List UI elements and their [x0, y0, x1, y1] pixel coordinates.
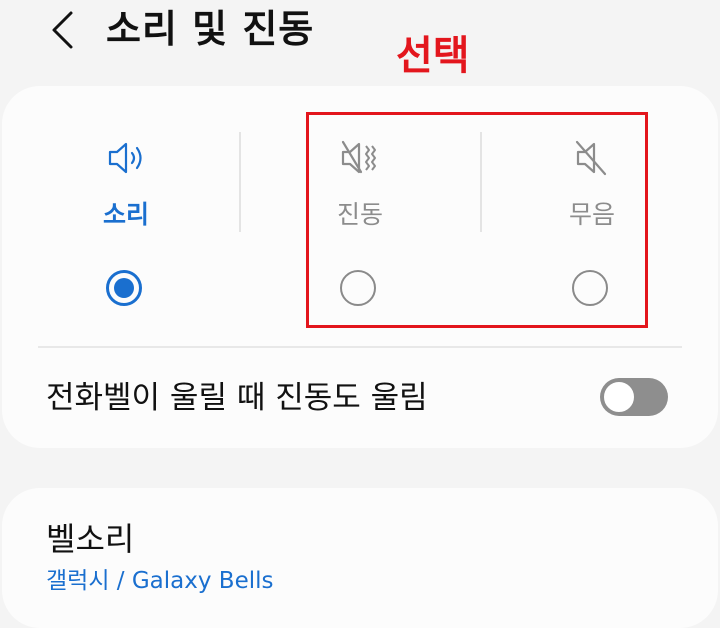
mode-option-sound[interactable]: 소리 — [66, 126, 186, 316]
ringtone-title: 벨소리 — [46, 520, 135, 558]
card-divider — [38, 346, 682, 348]
chevron-left-icon — [52, 11, 73, 49]
annotation-highlight-box — [306, 112, 648, 328]
radio-sound[interactable] — [106, 270, 142, 306]
toggle-knob — [602, 380, 636, 414]
mode-divider — [239, 132, 241, 232]
back-button[interactable] — [40, 8, 84, 52]
vibrate-while-ringing-row[interactable]: 전화벨이 울릴 때 진동도 울림 — [0, 360, 720, 436]
ringtone-value: 갤럭시 / Galaxy Bells — [46, 568, 274, 594]
page-title: 소리 및 진동 — [106, 7, 315, 51]
header: 소리 및 진동 — [0, 0, 720, 70]
mode-label-sound: 소리 — [102, 200, 149, 229]
annotation-label: 선택 — [396, 33, 470, 79]
speaker-icon — [108, 142, 142, 174]
radio-selected-dot — [114, 278, 134, 298]
vibrate-while-ringing-toggle[interactable] — [600, 378, 668, 416]
vibrate-while-ringing-label: 전화벨이 울릴 때 진동도 울림 — [46, 380, 428, 416]
